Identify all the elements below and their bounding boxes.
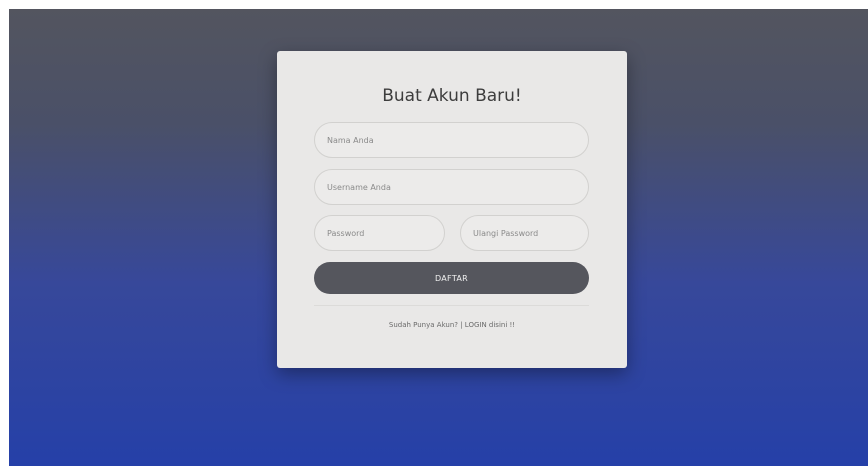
daftar-button[interactable]: DAFTAR [314, 262, 589, 294]
login-link[interactable]: Sudah Punya Akun? | LOGIN disini !! [277, 321, 627, 329]
username-input[interactable] [314, 169, 589, 205]
ulang-password-input[interactable] [460, 215, 589, 251]
page-background: Buat Akun Baru! DAFTAR Sudah Punya Akun?… [9, 9, 868, 466]
password-input[interactable] [314, 215, 445, 251]
nama-input[interactable] [314, 122, 589, 158]
form-title: Buat Akun Baru! [382, 86, 522, 106]
register-card: Buat Akun Baru! DAFTAR Sudah Punya Akun?… [277, 51, 627, 368]
divider [314, 305, 589, 306]
